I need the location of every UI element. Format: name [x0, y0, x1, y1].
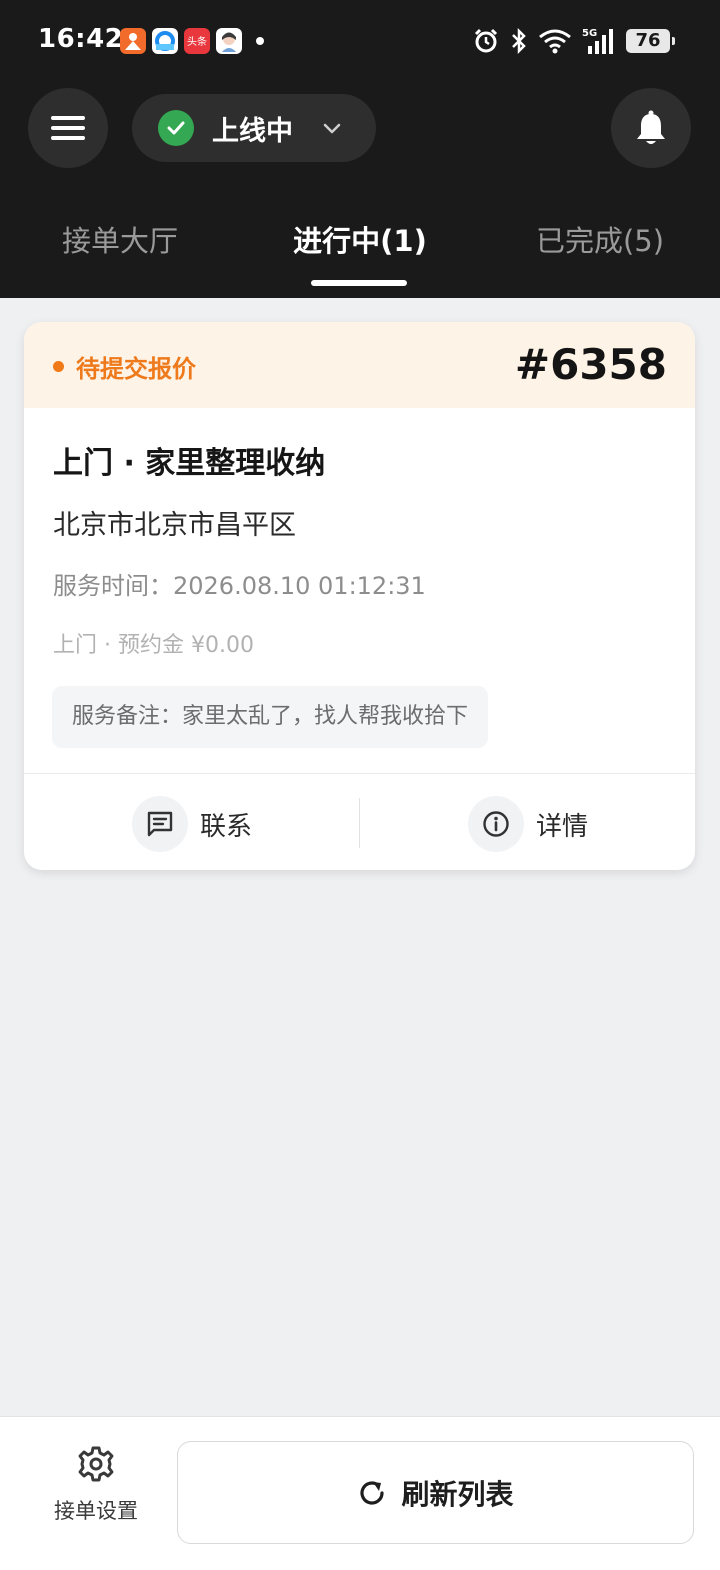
- bottom-bar: 接单设置 刷新列表: [0, 1416, 720, 1570]
- toutiao-icon: 头条: [184, 28, 210, 54]
- contact-label: 联系: [200, 811, 253, 842]
- signal-5g-icon: 5G: [582, 28, 613, 54]
- status-time: 16:42: [38, 24, 124, 54]
- notification-dot: [256, 37, 264, 45]
- status-dot: [53, 361, 64, 372]
- order-status: 待提交报价: [76, 355, 196, 383]
- battery-indicator: 76: [626, 29, 675, 53]
- header: 16:42 头条 5G 76 上线中 接单大厅 进行中(1) 已完成(5): [0, 0, 720, 298]
- refresh-icon: [360, 1480, 385, 1505]
- bell-icon: [637, 110, 665, 144]
- app-blue-icon: [152, 28, 178, 54]
- refresh-list-button[interactable]: 刷新列表: [177, 1441, 694, 1544]
- svg-text:头条: 头条: [187, 35, 207, 48]
- tab-completed[interactable]: 已完成(5): [480, 218, 720, 260]
- details-label: 详情: [536, 811, 589, 842]
- chevron-down-icon: [323, 123, 341, 134]
- contact-button[interactable]: 联系: [132, 796, 252, 852]
- tab-in-progress[interactable]: 进行中(1): [240, 218, 480, 260]
- order-settings-button[interactable]: 接单设置: [30, 1445, 162, 1545]
- message-icon: [132, 796, 188, 852]
- order-tabs: 接单大厅 进行中(1) 已完成(5): [0, 200, 720, 298]
- action-divider: [359, 798, 360, 848]
- avatar-app-icon: [216, 28, 242, 54]
- online-status-label: 上线中: [212, 115, 293, 147]
- wifi-icon: [539, 29, 571, 54]
- tab-order-hall[interactable]: 接单大厅: [0, 218, 240, 260]
- service-note: 服务备注：家里太乱了，找人帮我收拾下: [52, 686, 489, 748]
- service-time: 服务时间：2026.08.10 01:12:31: [53, 572, 426, 600]
- bluetooth-icon: [512, 27, 526, 55]
- status-bar: 16:42 头条 5G 76: [0, 0, 720, 80]
- app-orange-icon: [120, 28, 146, 54]
- order-number: #6358: [514, 340, 667, 389]
- alarm-icon: [474, 28, 498, 53]
- service-address: 北京市北京市昌平区: [53, 510, 296, 541]
- hamburger-icon: [51, 116, 85, 140]
- service-deposit: 上门 · 预约金 ¥0.00: [53, 633, 254, 658]
- menu-button[interactable]: [28, 88, 108, 168]
- notifications-button[interactable]: [611, 88, 691, 168]
- card-divider: [24, 773, 695, 774]
- service-title: 上门 · 家里整理收纳: [53, 446, 326, 481]
- order-card[interactable]: 待提交报价 #6358 上门 · 家里整理收纳 北京市北京市昌平区 服务时间：2…: [24, 322, 695, 870]
- status-indicators: 5G 76: [472, 24, 675, 58]
- order-settings-label: 接单设置: [54, 1499, 138, 1523]
- info-icon: [468, 796, 524, 852]
- svg-text:5G: 5G: [582, 28, 597, 39]
- refresh-list-label: 刷新列表: [401, 1477, 514, 1511]
- online-status-dropdown[interactable]: 上线中: [132, 94, 376, 162]
- order-card-header: 待提交报价 #6358: [24, 322, 695, 408]
- gear-icon: [78, 1446, 114, 1482]
- details-button[interactable]: 详情: [468, 796, 588, 852]
- active-tab-indicator: [311, 280, 407, 286]
- check-icon: [158, 110, 194, 146]
